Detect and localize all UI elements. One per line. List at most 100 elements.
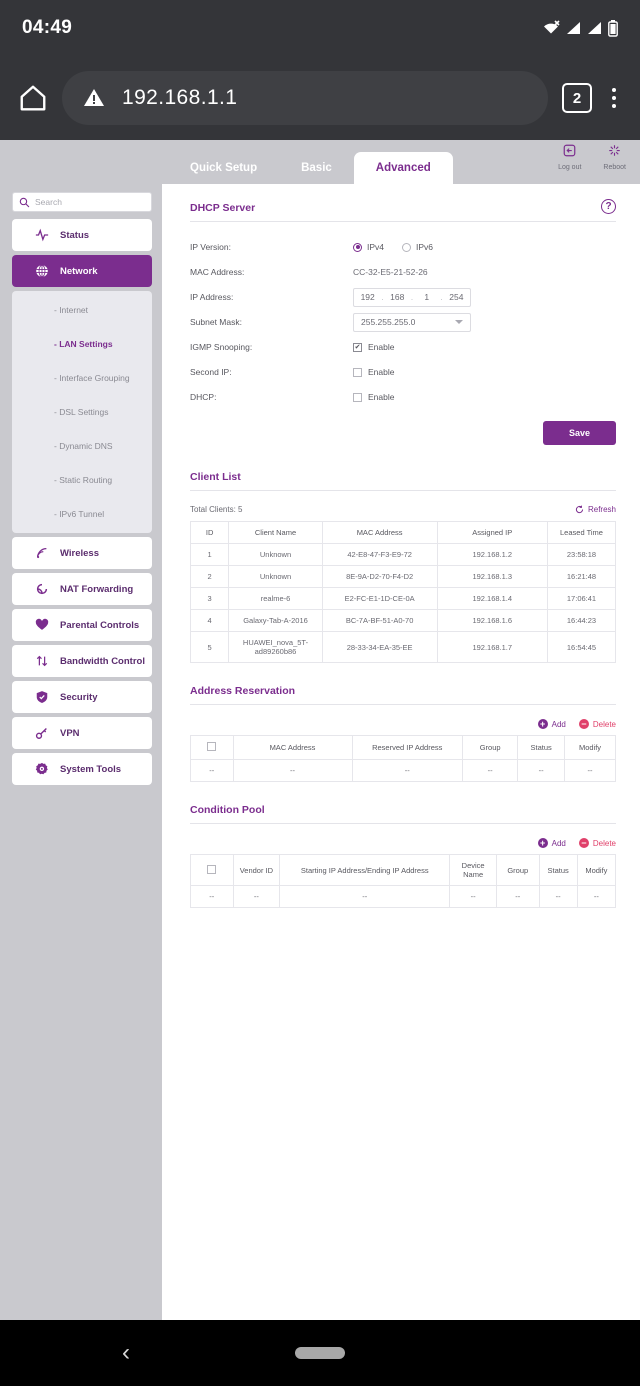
refresh-button[interactable]: Refresh [575,505,616,514]
radio-ipv4[interactable]: IPv4 [353,242,384,252]
cell-client-name: Unknown [228,543,323,566]
dhcp-server-section: DHCP Server ? IP Version: IPv4 IPv6 MAC … [190,199,616,445]
save-button[interactable]: Save [542,421,616,445]
select-all-checkbox[interactable] [207,864,217,874]
sidebar-item-label: Security [60,691,98,703]
plus-icon: + [537,719,548,729]
submenu-item-static-routing[interactable]: - Static Routing [12,463,152,497]
sidebar-item-parental-controls[interactable]: Parental Controls [12,609,152,641]
tab-basic[interactable]: Basic [279,152,354,184]
logout-icon [563,144,576,157]
address-reservation-title: Address Reservation [190,685,616,705]
search-input[interactable]: Search [12,192,152,212]
col-mac-address: MAC Address [232,735,353,760]
sidebar-item-bandwidth-control[interactable]: Bandwidth Control [12,645,152,677]
signal-icon [567,22,580,34]
sidebar-item-security[interactable]: Security [12,681,152,713]
igmp-snooping-label: IGMP Snooping: [190,342,253,352]
radio-ipv6[interactable]: IPv6 [402,242,433,252]
second-ip-checkbox[interactable]: Enable [353,367,394,377]
sidebar-item-wireless[interactable]: Wireless [12,537,152,569]
table-row[interactable]: 4 Galaxy-Tab-A-2016 BC-7A-BF-51-A0-70 19… [189,609,616,632]
battery-icon [608,19,618,37]
cell-select: -- [190,759,234,782]
ip-octet-3[interactable]: 1 [413,292,440,302]
submenu-item-interface-grouping[interactable]: - Interface Grouping [12,361,152,395]
cell-ip: 192.168.1.4 [436,587,548,610]
home-icon[interactable] [18,83,48,113]
logout-button[interactable]: Log out [558,143,581,171]
address-reservation-add-button[interactable]: + Add [537,719,566,729]
dhcp-box [353,392,362,402]
address-reservation-delete-button[interactable]: − Delete [578,719,616,729]
home-pill-icon[interactable] [295,1347,345,1359]
submenu-item-dynamic-dns[interactable]: - Dynamic DNS [12,429,152,463]
topbar-actions: Log out Reboot [558,143,626,171]
col-vendor-id: Vendor ID [232,854,281,886]
sidebar-item-network[interactable]: Network [12,255,152,287]
col-group: Group [461,735,519,760]
add-label: Add [551,719,566,729]
sidebar-item-label: VPN [60,727,80,739]
ip-version-radio-group: IPv4 IPv6 [353,242,433,252]
sidebar-item-label: NAT Forwarding [60,583,134,595]
condition-pool-delete-button[interactable]: − Delete [578,838,616,848]
sidebar-item-nat-forwarding[interactable]: NAT Forwarding [12,573,152,605]
tab-advanced[interactable]: Advanced [353,152,453,184]
second-ip-label: Second IP: [190,367,232,377]
sidebar-item-status[interactable]: Status [12,219,152,251]
cell-device-name: -- [449,885,497,908]
client-list-title: Client List [190,471,616,491]
url-bar[interactable]: 192.168.1.1 [62,71,548,125]
help-icon[interactable]: ? [601,199,616,214]
table-row[interactable]: 1 Unknown 42-E8-47-F3-E9-72 192.168.1.2 … [189,543,616,566]
col-modify: Modify [564,735,616,760]
globe-icon [34,264,49,279]
second-ip-enable-label: Enable [368,367,395,377]
cell-status: -- [517,759,565,782]
igmp-snooping-checkbox[interactable]: Enable [353,342,394,352]
radio-ipv4-dot [353,242,362,252]
dhcp-checkbox[interactable]: Enable [353,392,394,402]
refresh-icon [575,505,584,514]
tab-quick-setup[interactable]: Quick Setup [168,152,279,184]
ip-octet-2[interactable]: 168 [384,292,411,302]
search-placeholder: Search [35,197,62,207]
sidebar-item-system-tools[interactable]: System Tools [12,753,152,785]
cell-id: 3 [189,587,230,610]
shield-icon [34,690,49,705]
overflow-menu-icon[interactable] [606,88,622,108]
col-status: Status [517,735,565,760]
client-list-section: Client List Total Clients: 5 Refresh ID … [189,471,616,663]
igmp-snooping-box [353,342,362,352]
back-button[interactable]: ‹ [122,1339,130,1367]
tab-counter-button[interactable]: 2 [562,83,592,113]
wireless-icon [34,546,49,561]
col-leased-time: Leased Time [547,521,616,544]
select-all-checkbox[interactable] [207,742,217,751]
subnet-mask-select[interactable]: 255.255.255.0 [353,312,471,332]
refresh-label: Refresh [587,505,616,514]
sidebar-item-label: Parental Controls [60,619,140,631]
col-mac-address: MAC Address [321,521,438,544]
submenu-item-lan-settings[interactable]: - LAN Settings [12,327,152,361]
sidebar-item-vpn[interactable]: VPN [12,717,152,749]
ip-version-row: IP Version: IPv4 IPv6 [190,236,616,258]
section-heading-text: DHCP Server [190,202,256,214]
table-row[interactable]: 2 Unknown 8E-9A-D2-70-F4-D2 192.168.1.3 … [189,565,616,588]
ip-octet-1[interactable]: 192 [354,292,381,302]
condition-pool-add-button[interactable]: + Add [537,838,566,848]
col-device-name: Device Name [449,854,497,886]
client-list-meta: Total Clients: 5 Refresh [190,505,616,514]
table-row[interactable]: 5 HUAWEI_nova_5T-ad89260b86 28-33-34-EA-… [189,631,616,663]
submenu-item-ipv6-tunnel[interactable]: - IPv6 Tunnel [12,497,152,531]
submenu-item-dsl-settings[interactable]: - DSL Settings [12,395,152,429]
ip-address-input[interactable]: 192 . 168 . 1 . 254 [353,287,471,307]
reboot-button[interactable]: Reboot [603,143,626,171]
table-row[interactable]: 3 realme-6 E2-FC-E1-1D-CE-0A 192.168.1.4… [189,587,616,610]
submenu-item-internet[interactable]: - Internet [12,293,152,327]
ip-octet-4[interactable]: 254 [443,292,470,302]
cell-leased: 16:54:45 [547,631,616,663]
cell-mac: E2-FC-E1-1D-CE-0A [321,587,438,610]
delete-label: Delete [592,838,616,848]
